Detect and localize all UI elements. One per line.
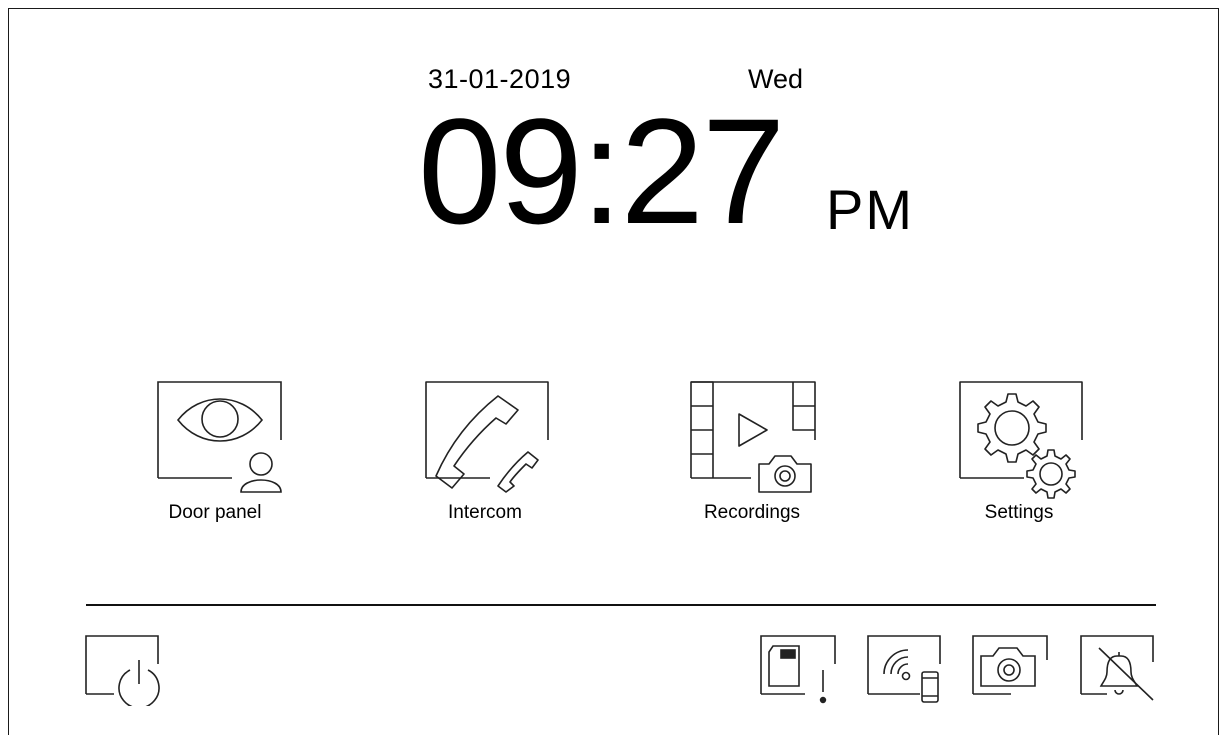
door-panel-label: Door panel — [168, 502, 262, 523]
intercom-button[interactable]: Intercom — [410, 380, 560, 530]
camera-icon — [972, 635, 1048, 695]
mute-button[interactable] — [1079, 634, 1159, 706]
wifi-phone-button[interactable] — [866, 634, 946, 706]
mute-bell-icon — [1080, 635, 1154, 701]
intercom-icon — [425, 381, 549, 493]
clock-time: 09:27 — [418, 87, 785, 255]
intercom-label: Intercom — [448, 502, 522, 523]
recordings-icon — [690, 381, 816, 493]
settings-icon — [959, 381, 1083, 499]
sd-card-alert-icon — [760, 635, 836, 704]
power-button[interactable] — [84, 634, 164, 706]
door-panel-icon — [157, 381, 282, 493]
door-panel-button[interactable]: Door panel — [140, 380, 290, 530]
divider-line — [86, 604, 1156, 606]
settings-button[interactable]: Settings — [944, 380, 1094, 530]
camera-button[interactable] — [971, 634, 1051, 706]
clock-ampm: PM — [826, 178, 914, 241]
settings-label: Settings — [984, 502, 1054, 523]
power-icon — [85, 635, 160, 706]
recordings-button[interactable]: Recordings — [677, 380, 827, 530]
sd-card-status-button[interactable] — [759, 634, 839, 706]
wifi-phone-icon — [867, 635, 941, 703]
recordings-label: Recordings — [703, 502, 801, 523]
